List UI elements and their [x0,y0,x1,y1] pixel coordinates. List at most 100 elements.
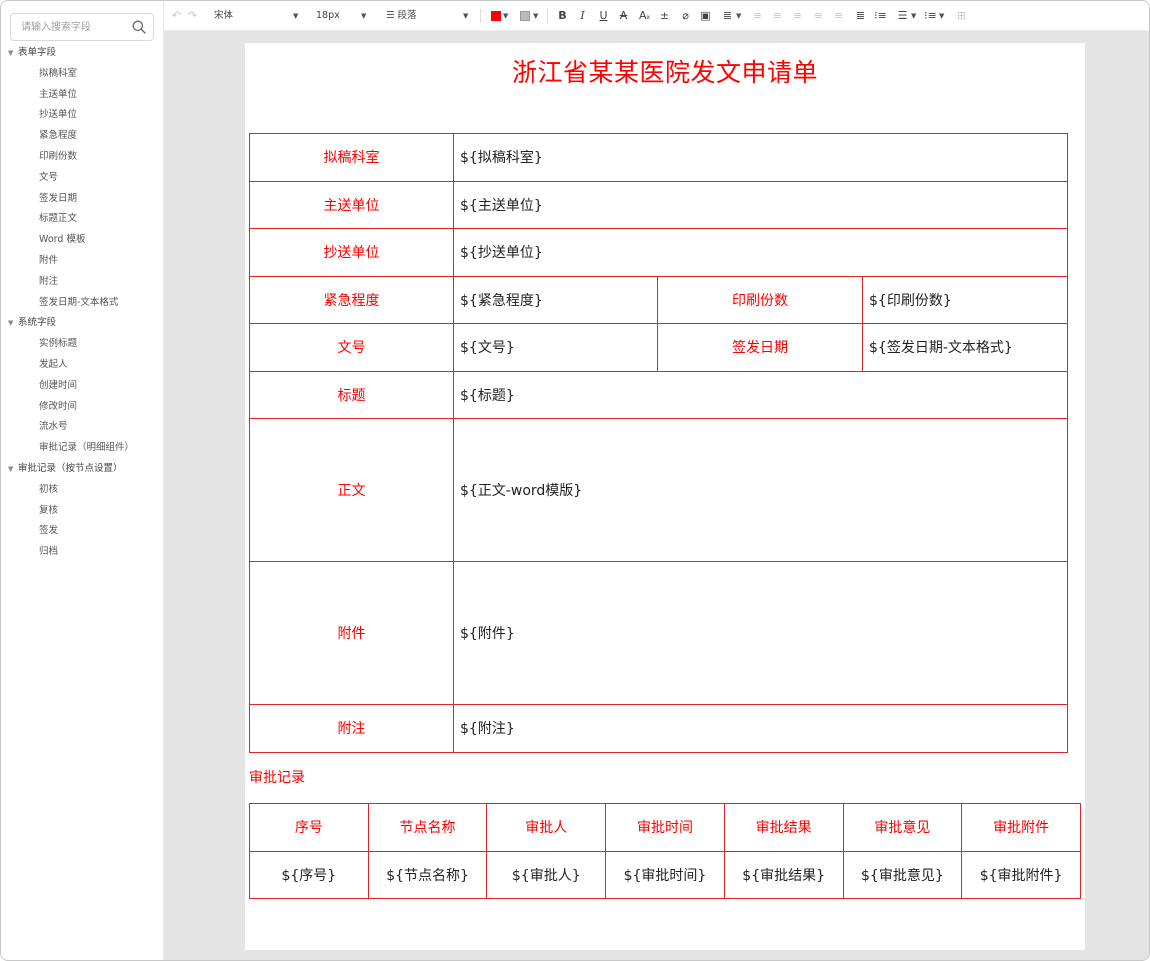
bold-icon[interactable]: B [556,9,569,23]
approval-cell[interactable]: ${审批附件} [961,850,1081,899]
form-label[interactable]: 拟稿科室 [249,133,454,182]
form-label[interactable]: 文号 [249,323,454,372]
form-label[interactable]: 附注 [249,704,454,753]
form-value[interactable]: ${正文-word模版} [452,418,1069,562]
approval-cell[interactable]: ${审批人} [486,850,607,899]
form-label[interactable]: 抄送单位 [249,228,454,277]
align-right-icon[interactable]: ≡ [791,9,804,23]
strikethrough-icon[interactable]: A [617,9,630,23]
document-page[interactable]: 浙江省某某医院发文申请单 拟稿科室 ${拟稿科室} 主送单位 ${主送单位} 抄… [245,43,1085,950]
tree-item[interactable]: 归档 [1,542,164,563]
tree-group-approval-records[interactable]: ▼ 审批记录（按节点设置） [1,459,164,480]
text-color-dropdown[interactable]: ▼ [500,9,508,23]
search-icon[interactable] [132,20,146,34]
indent-icon[interactable]: ≣ [854,9,867,23]
font-size-dropdown[interactable]: ▼ [358,9,366,23]
approval-section-title[interactable]: 审批记录 [249,767,305,787]
tree-item[interactable]: 主送单位 [1,85,164,106]
redo-icon[interactable]: ↷ [186,9,199,23]
form-label[interactable]: 正文 [249,418,454,562]
outdent-icon[interactable]: ⁝≡ [874,9,887,23]
tree-item[interactable]: 流水号 [1,417,164,438]
form-value[interactable]: ${拟稿科室} [452,133,1069,182]
caret-down-icon[interactable]: ▼ [8,43,18,64]
undo-icon[interactable]: ↶ [170,9,183,23]
tree-item[interactable]: 发起人 [1,355,164,376]
line-height-dropdown[interactable]: ▼ [733,9,741,23]
chevron-down-icon[interactable]: ▼ [293,12,298,20]
form-value[interactable]: ${主送单位} [452,180,1069,229]
approval-header-cell[interactable]: 审批人 [486,803,607,852]
chevron-down-icon[interactable]: ▼ [503,12,508,20]
tree-item[interactable]: 复核 [1,501,164,522]
superscript-icon[interactable]: ± [658,9,671,23]
document-title[interactable]: 浙江省某某医院发文申请单 [245,53,1085,89]
form-value[interactable]: ${附注} [452,704,1069,753]
chevron-down-icon[interactable]: ▼ [736,12,741,20]
tree-item[interactable]: 拟稿科室 [1,64,164,85]
clear-format-icon[interactable]: ⌀ [679,9,692,23]
form-label[interactable]: 印刷份数 [657,275,863,324]
approval-header-cell[interactable]: 审批结果 [723,803,844,852]
tree-item[interactable]: Word 模板 [1,230,164,251]
form-label[interactable]: 附件 [249,561,454,705]
font-family-select[interactable]: 宋体 [214,9,233,23]
form-value[interactable]: ${紧急程度} [453,275,658,324]
approval-header-cell[interactable]: 审批意见 [842,803,963,852]
tree-item[interactable]: 审批记录（明细组件） [1,438,164,459]
tree-item[interactable]: 附件 [1,251,164,272]
approval-cell[interactable]: ${审批时间} [605,850,725,899]
approval-cell[interactable]: ${审批结果} [723,850,844,899]
paragraph-select[interactable]: ☰ 段落 [386,9,417,23]
form-label[interactable]: 紧急程度 [249,275,454,324]
approval-header-cell[interactable]: 审批附件 [961,803,1081,852]
font-size-select[interactable]: 18px [316,9,340,23]
tree-item[interactable]: 修改时间 [1,397,164,418]
paragraph-dropdown[interactable]: ▼ [460,9,468,23]
chevron-down-icon[interactable]: ▼ [463,12,468,20]
tree-item[interactable]: 签发日期 [1,189,164,210]
tree-item[interactable]: 初核 [1,480,164,501]
chevron-down-icon[interactable]: ▼ [939,12,944,20]
tree-item[interactable]: 印刷份数 [1,147,164,168]
tree-item[interactable]: 文号 [1,168,164,189]
approval-header-cell[interactable]: 序号 [249,803,369,852]
tree-item[interactable]: 抄送单位 [1,105,164,126]
tree-item[interactable]: 签发 [1,521,164,542]
bullet-list-dropdown[interactable]: ▼ [908,9,916,23]
form-value[interactable]: ${文号} [453,323,658,372]
subscript-icon[interactable]: Ax [638,9,651,23]
field-search-box[interactable] [10,13,154,41]
approval-cell[interactable]: ${序号} [249,850,369,899]
tree-group-form-fields[interactable]: ▼ 表单字段 [1,43,164,64]
form-value[interactable]: ${签发日期-文本格式} [861,323,1069,372]
approval-cell[interactable]: ${节点名称} [367,850,488,899]
numbered-list-dropdown[interactable]: ▼ [936,9,944,23]
image-icon[interactable]: ▣ [699,9,712,23]
align-distribute-icon[interactable]: ≡ [832,9,845,23]
tree-group-system-fields[interactable]: ▼ 系统字段 [1,313,164,334]
align-center-icon[interactable]: ≡ [771,9,784,23]
approval-cell[interactable]: ${审批意见} [842,850,963,899]
tree-item[interactable]: 附注 [1,272,164,293]
chevron-down-icon[interactable]: ▼ [533,12,538,20]
form-label[interactable]: 主送单位 [249,180,454,229]
form-value[interactable]: ${抄送单位} [452,228,1069,277]
tree-item[interactable]: 签发日期-文本格式 [1,293,164,314]
approval-header-cell[interactable]: 节点名称 [367,803,488,852]
tree-item[interactable]: 紧急程度 [1,126,164,147]
form-value[interactable]: ${标题} [452,370,1069,419]
approval-header-cell[interactable]: 审批时间 [605,803,725,852]
form-value[interactable]: ${附件} [452,561,1069,705]
table-icon[interactable]: ⊞ [955,9,968,23]
underline-icon[interactable]: U [597,9,610,23]
field-search-input[interactable] [11,14,123,40]
font-family-dropdown[interactable]: ▼ [290,9,298,23]
background-color-dropdown[interactable]: ▼ [530,9,538,23]
form-label[interactable]: 签发日期 [657,323,863,372]
tree-item[interactable]: 标题正文 [1,209,164,230]
chevron-down-icon[interactable]: ▼ [911,12,916,20]
tree-item[interactable]: 实例标题 [1,334,164,355]
tree-item[interactable]: 创建时间 [1,376,164,397]
caret-down-icon[interactable]: ▼ [8,313,18,334]
